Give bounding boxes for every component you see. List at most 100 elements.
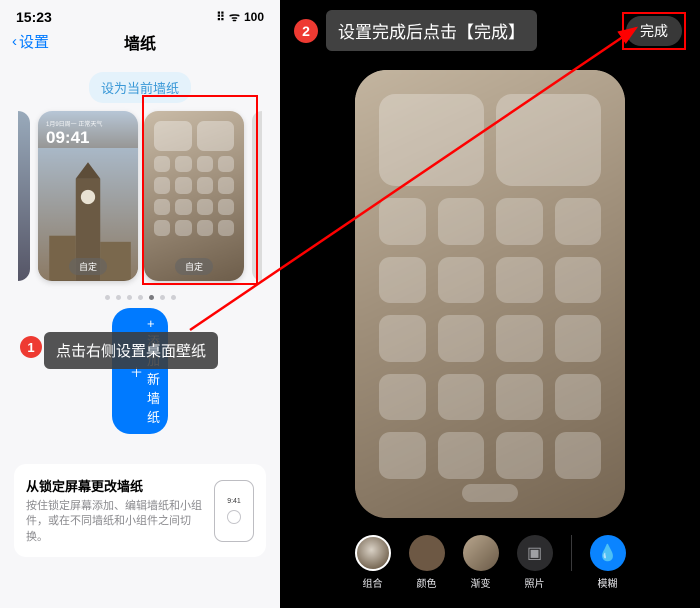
app-icon-placeholder [555, 374, 602, 421]
app-icon-placeholder [175, 156, 191, 172]
app-icon-placeholder [218, 220, 234, 236]
battery-text: 100 [244, 10, 264, 24]
tool-separator [571, 535, 572, 571]
app-icon-placeholder [438, 257, 485, 304]
tool-color[interactable]: 颜色 [409, 535, 445, 590]
home-grid [154, 121, 234, 255]
app-icon-placeholder [197, 220, 213, 236]
app-icon-placeholder [175, 199, 191, 215]
dot [171, 295, 176, 300]
customize-lock-button[interactable]: 自定 [69, 258, 107, 275]
app-icon-placeholder [496, 257, 543, 304]
widget-placeholder [197, 121, 235, 151]
app-icon-placeholder [154, 156, 170, 172]
app-icon-placeholder [555, 257, 602, 304]
page-title: 墙纸 [124, 30, 156, 54]
app-icon-placeholder [438, 432, 485, 479]
app-icon-placeholder [197, 177, 213, 193]
dot [138, 295, 143, 300]
blur-icon: 💧 [590, 535, 626, 571]
mini-touch-dot [228, 511, 240, 523]
dot-active [149, 295, 154, 300]
app-icon-placeholder [555, 315, 602, 362]
dot [116, 295, 121, 300]
mini-phone-illustration: 9:41 [214, 480, 254, 542]
photo-icon: ▣ [517, 535, 553, 571]
set-current-wallpaper-button[interactable]: 设为当前墙纸 [0, 72, 280, 103]
widget-placeholder [379, 94, 484, 186]
app-icon-placeholder [379, 257, 426, 304]
app-icon-placeholder [379, 374, 426, 421]
step-1-badge: 1 [20, 336, 42, 358]
back-label: 设置 [19, 31, 49, 52]
lock-date: 1月9日周一 正常天气 [46, 119, 102, 128]
status-bar: 15:23 ⠿ ᯤ 100 [0, 0, 280, 27]
step-2-badge: 2 [294, 19, 318, 43]
annotation-highlight-done: 完成 [622, 12, 686, 50]
preview-grid [379, 94, 601, 476]
done-button[interactable]: 完成 [626, 16, 682, 46]
tool-gradient[interactable]: 渐变 [463, 535, 499, 590]
app-icon-placeholder [154, 199, 170, 215]
app-icon-placeholder [555, 198, 602, 245]
app-icon-placeholder [438, 315, 485, 362]
dot [127, 295, 132, 300]
prev-wallpaper-peek[interactable] [18, 111, 30, 281]
home-wallpaper-large-preview[interactable] [355, 70, 625, 518]
customize-home-button[interactable]: 自定 [175, 258, 213, 275]
page-dots [0, 295, 280, 300]
status-time: 15:23 [16, 9, 52, 25]
gradient-icon [463, 535, 499, 571]
app-icon-placeholder [379, 198, 426, 245]
app-icon-placeholder [438, 374, 485, 421]
app-icon-placeholder [154, 220, 170, 236]
dot [160, 295, 165, 300]
app-icon-placeholder [379, 432, 426, 479]
app-icon-placeholder [555, 432, 602, 479]
dot [105, 295, 110, 300]
tool-blur[interactable]: 💧模糊 [590, 535, 626, 590]
lock-screen-edit-hint-card: 从锁定屏幕更改墙纸 按住锁定屏幕添加、编辑墙纸和小组件，或在不同墙纸和小组件之间… [14, 464, 266, 557]
app-icon-placeholder [197, 156, 213, 172]
lock-screen-preview[interactable]: 1月9日周一 正常天气 09:41 自定 [38, 111, 138, 281]
tool-combo[interactable]: 组合 [355, 535, 391, 590]
hint-desc: 按住锁定屏幕添加、编辑墙纸和小组件，或在不同墙纸和小组件之间切换。 [26, 499, 204, 545]
wallpaper-tools-bar: 组合 颜色 渐变 ▣照片 💧模糊 [280, 535, 700, 590]
app-icon-placeholder [218, 156, 234, 172]
step-1-callout: 点击右侧设置桌面壁纸 [44, 332, 218, 369]
lock-time: 09:41 [46, 129, 89, 146]
wallpaper-settings-screen: 15:23 ⠿ ᯤ 100 ‹ 设置 墙纸 设为当前墙纸 [0, 0, 280, 608]
set-current-label: 设为当前墙纸 [89, 72, 191, 103]
wifi-icon: ᯤ [229, 8, 240, 25]
step-2-callout: 设置完成后点击【完成】 [326, 10, 537, 51]
nav-bar: ‹ 设置 墙纸 [0, 27, 280, 62]
widget-placeholder [496, 94, 601, 186]
add-new-wallpaper-button[interactable]: ＋+ 添加新墙纸 [0, 308, 280, 434]
back-button[interactable]: ‹ 设置 [12, 31, 49, 52]
search-pill-placeholder [462, 484, 518, 502]
combo-icon [355, 535, 391, 571]
app-icon-placeholder [175, 177, 191, 193]
app-icon-placeholder [379, 315, 426, 362]
app-icon-placeholder [154, 177, 170, 193]
color-icon [409, 535, 445, 571]
next-wallpaper-peek[interactable] [252, 111, 262, 281]
signal-icon: ⠿ [216, 10, 225, 24]
app-icon-placeholder [496, 198, 543, 245]
wallpaper-pair-preview: 1月9日周一 正常天气 09:41 自定 自定 [0, 111, 280, 281]
status-indicators: ⠿ ᯤ 100 [216, 8, 264, 25]
app-icon-placeholder [496, 315, 543, 362]
tool-photo[interactable]: ▣照片 [517, 535, 553, 590]
app-icon-placeholder [218, 199, 234, 215]
app-icon-placeholder [197, 199, 213, 215]
app-icon-placeholder [175, 220, 191, 236]
home-screen-preview[interactable]: 自定 [144, 111, 244, 281]
chevron-left-icon: ‹ [12, 33, 17, 50]
app-icon-placeholder [438, 198, 485, 245]
app-icon-placeholder [496, 432, 543, 479]
hint-title: 从锁定屏幕更改墙纸 [26, 476, 204, 495]
mini-time: 9:41 [227, 498, 241, 505]
edit-top-bar: 2 设置完成后点击【完成】 完成 [280, 10, 700, 51]
widget-placeholder [154, 121, 192, 151]
home-wallpaper-edit-screen: 2 设置完成后点击【完成】 完成 组合 颜色 渐变 ▣照片 💧模糊 [280, 0, 700, 608]
